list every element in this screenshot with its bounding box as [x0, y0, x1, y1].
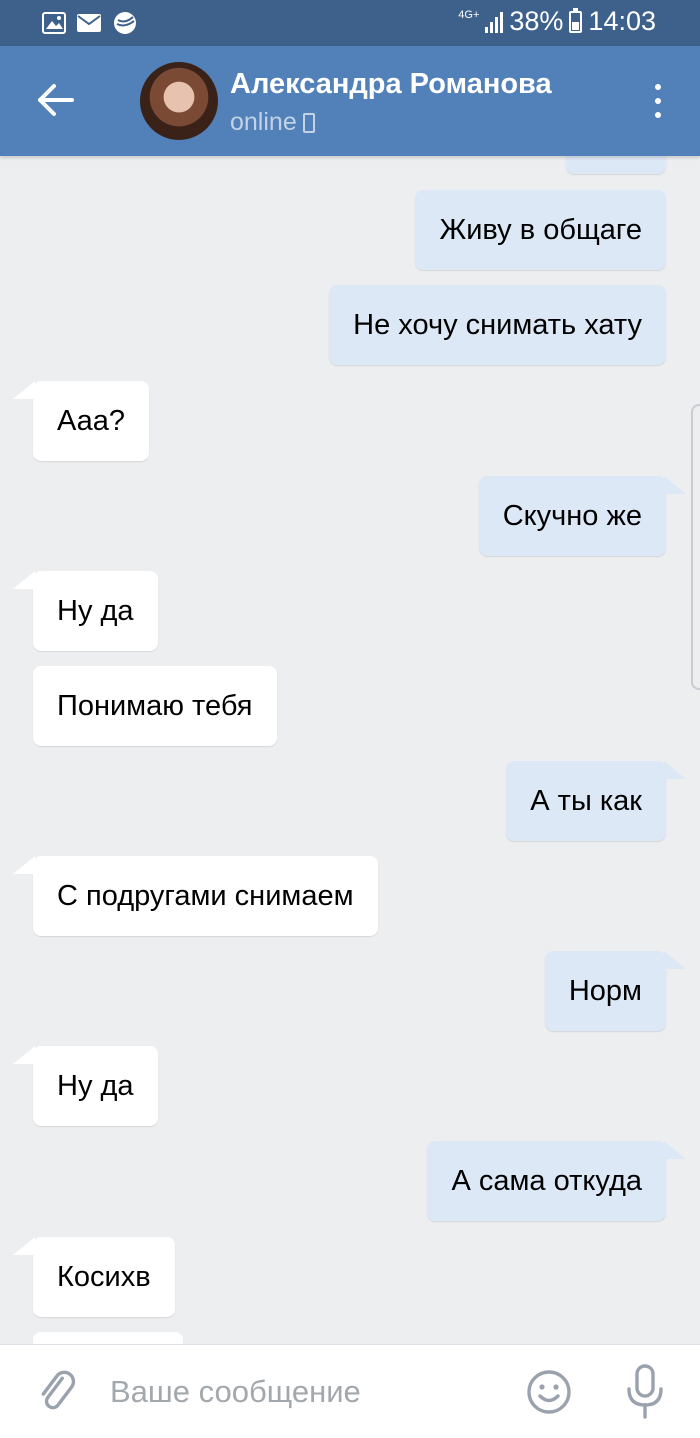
online-status: online — [230, 108, 315, 137]
message-composer — [0, 1344, 700, 1438]
message-bubble[interactable]: Норм — [544, 951, 687, 1031]
message-bubble[interactable]: Ну да — [13, 571, 158, 651]
mobile-icon — [302, 112, 315, 133]
status-bar: 4G+ 38% 14:03 — [0, 0, 700, 46]
message-bubble[interactable] — [566, 156, 666, 174]
message-bubble[interactable]: Ну да — [13, 1046, 158, 1126]
chat-header: Александра Романова online — [0, 46, 700, 156]
image-icon — [42, 12, 66, 34]
scrollbar[interactable] — [691, 404, 700, 690]
message-bubble[interactable]: Живу в общаге — [415, 190, 666, 270]
message-text: А ты как — [530, 784, 642, 817]
message-bubble[interactable]: А ты как — [506, 761, 686, 841]
message-list[interactable]: Живу в общаге Не хочу снимать хату Ааа? … — [0, 156, 700, 1344]
message-text: Скучно же — [502, 499, 642, 532]
mail-icon — [77, 14, 101, 32]
microphone-icon[interactable] — [622, 1363, 668, 1421]
message-text: Норм — [568, 974, 642, 1007]
avatar[interactable] — [140, 62, 218, 140]
message-text: С подругами снимаем — [57, 879, 354, 912]
message-text: Не хочу снимать хату — [353, 308, 642, 341]
message-text: Косихв — [57, 1260, 151, 1293]
paperclip-icon[interactable] — [34, 1367, 82, 1415]
message-input[interactable] — [110, 1367, 500, 1417]
smile-icon[interactable] — [526, 1369, 572, 1415]
message-text: Ааа? — [57, 404, 126, 437]
message-bubble[interactable]: Ааа? — [12, 381, 150, 461]
battery-percent: 38% — [509, 6, 564, 36]
message-text: А сама откуда — [451, 1164, 642, 1197]
message-text: Ну да — [57, 594, 134, 627]
status-text: online — [230, 108, 297, 136]
notification-icons — [42, 10, 138, 36]
message-bubble[interactable]: Понимаю тебя — [33, 666, 277, 746]
message-text: Понимаю тебя — [57, 689, 253, 722]
message-bubble[interactable]: Не хочу снимать хату — [329, 285, 666, 365]
message-bubble[interactable]: Косихв — [13, 1237, 175, 1317]
back-arrow-icon[interactable] — [30, 74, 82, 126]
message-text: Ну да — [57, 1069, 134, 1102]
message-text: Живу в общаге — [439, 213, 642, 246]
system-indicators: 4G+ 38% 14:03 — [458, 6, 656, 37]
more-options-icon[interactable] — [646, 84, 670, 118]
network-type: 4G+ — [458, 9, 480, 21]
message-bubble[interactable]: С подругами снимаем — [13, 856, 378, 936]
battery-icon — [569, 7, 583, 33]
message-bubble[interactable] — [33, 1332, 183, 1344]
message-bubble[interactable]: Скучно же — [478, 476, 687, 556]
clock: 14:03 — [588, 6, 656, 36]
sberbank-icon — [114, 12, 136, 34]
message-bubble[interactable]: А сама откуда — [427, 1141, 686, 1221]
signal-icon — [485, 11, 504, 33]
contact-name[interactable]: Александра Романова — [230, 68, 552, 101]
